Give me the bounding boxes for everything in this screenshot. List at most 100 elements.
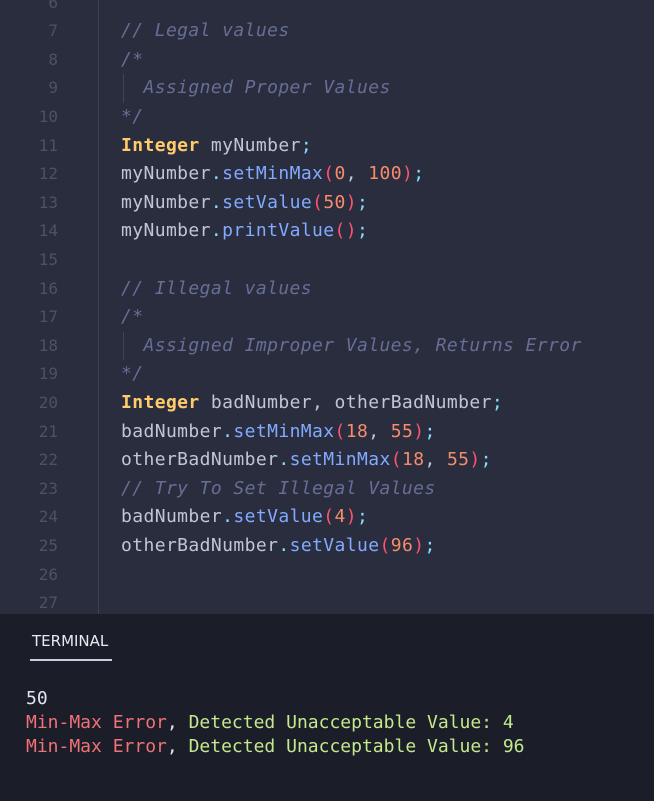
code-token: Assigned Proper Values [121, 77, 391, 99]
code-line[interactable]: 23 // Try To Set Illegal Values [0, 475, 654, 504]
code-token: 55 [390, 420, 414, 442]
code-token: ) [402, 163, 414, 185]
code-token: setValue [289, 534, 380, 556]
code-token: // Legal values [121, 20, 290, 42]
code-token: 0 [334, 163, 346, 185]
code-line[interactable]: 11 Integer myNumber; [0, 132, 654, 161]
line-number: 6 [48, 0, 58, 12]
code-text: Integer myNumber; [121, 132, 312, 161]
code-token: ; [413, 163, 425, 185]
code-token: 4 [334, 506, 346, 528]
code-token: ; [424, 420, 436, 442]
terminal-token: Min-Max Error [26, 736, 167, 757]
code-editor[interactable]: 6 7 // Legal values 8 /* 9 Assigned Proper Va… [0, 0, 654, 614]
code-token: . [278, 449, 290, 471]
code-line[interactable]: 12 myNumber.setMinMax(0, 100); [0, 160, 654, 189]
code-line[interactable]: 17 /* [0, 303, 654, 332]
code-token: ( [323, 163, 335, 185]
code-token: otherBadNumber [121, 449, 279, 471]
code-text: myNumber.setMinMax(0, 100); [121, 160, 425, 189]
code-token: myNumber [121, 163, 211, 185]
line-number: 27 [38, 593, 58, 613]
code-token: , [368, 420, 391, 442]
code-token: () [334, 220, 358, 242]
code-text: */ [121, 103, 143, 132]
code-line[interactable]: 25 otherBadNumber.setValue(96); [0, 532, 654, 561]
code-text: // Legal values [121, 17, 290, 46]
code-line[interactable]: 9 Assigned Proper Values [0, 74, 654, 103]
terminal-panel[interactable]: TERMINAL 50 Min-Max Error, Detected Unacc… [0, 614, 654, 801]
terminal-token: Min-Max Error [26, 712, 167, 733]
code-line[interactable]: 7 // Legal values [0, 17, 654, 46]
code-token: ; [300, 134, 313, 156]
code-token: /* [121, 306, 144, 328]
code-token: ) [469, 449, 481, 471]
terminal-token: Detected Unacceptable Value: 4 [188, 712, 514, 733]
code-token: myNumber [121, 220, 211, 242]
line-number: 21 [38, 421, 58, 441]
code-line[interactable]: 24 badNumber.setValue(4); [0, 503, 654, 532]
terminal-line: 50 [26, 687, 48, 711]
terminal-token: , [166, 712, 189, 733]
code-token: ; [357, 506, 369, 528]
code-text: myNumber.setValue(50); [121, 189, 368, 218]
code-token: printValue [222, 220, 335, 242]
terminal-token: 50 [26, 688, 48, 709]
line-number: 9 [48, 78, 58, 98]
code-token: Integer [121, 391, 200, 413]
code-line[interactable]: 8 /* [0, 46, 654, 75]
code-line[interactable]: 19 */ [0, 360, 654, 389]
code-token: setValue [233, 506, 324, 528]
code-token: ; [480, 449, 492, 471]
code-text: /* [121, 46, 143, 75]
code-line[interactable]: 20 Integer badNumber, otherBadNumber; [0, 389, 654, 418]
code-token: badNumber, otherBadNumber [199, 391, 492, 413]
code-token: setMinMax [222, 163, 324, 185]
code-token: ; [357, 220, 369, 242]
code-line[interactable]: 10 */ [0, 103, 654, 132]
line-number: 18 [38, 335, 58, 355]
code-line[interactable]: 15 [0, 246, 654, 275]
code-token: setMinMax [289, 449, 391, 471]
code-token: , [345, 163, 369, 185]
code-token: ; [357, 191, 369, 213]
line-number: 23 [38, 478, 58, 498]
code-text: Integer badNumber, otherBadNumber; [121, 389, 503, 418]
code-token: // Illegal values [121, 277, 313, 299]
code-token: ) [345, 506, 358, 528]
code-line[interactable]: 18 Assigned Improper Values, Returns Err… [0, 331, 654, 361]
line-number: 22 [38, 450, 58, 470]
code-token: Integer [121, 134, 200, 156]
code-token: ( [390, 449, 402, 471]
line-number: 13 [38, 192, 58, 212]
terminal-token: , [166, 736, 189, 757]
code-line[interactable]: 16 // Illegal values [0, 275, 654, 304]
code-line[interactable]: 21 badNumber.setMinMax(18, 55); [0, 418, 654, 447]
code-line[interactable]: 13 myNumber.setValue(50); [0, 189, 654, 218]
code-token: 55 [446, 449, 470, 471]
code-token: setMinMax [233, 420, 335, 442]
code-line[interactable]: 6 [0, 0, 654, 17]
line-number: 7 [48, 21, 58, 41]
line-number: 19 [38, 364, 58, 384]
code-token: myNumber [121, 191, 211, 213]
code-line[interactable]: 22 otherBadNumber.setMinMax(18, 55); [0, 446, 654, 475]
code-line[interactable]: 26 [0, 561, 654, 590]
code-token: badNumber [121, 420, 223, 442]
code-text: // Illegal values [121, 275, 312, 304]
code-token: myNumber [199, 134, 301, 156]
code-line[interactable]: 27 [0, 589, 654, 614]
code-token: . [278, 534, 290, 556]
code-line[interactable]: 14 myNumber.printValue(); [0, 217, 654, 246]
code-token: */ [121, 105, 144, 127]
code-text: // Try To Set Illegal Values [121, 475, 436, 504]
line-number: 15 [38, 249, 58, 269]
code-token: , [424, 449, 447, 471]
tab-terminal[interactable]: TERMINAL [32, 632, 108, 650]
code-token: */ [121, 363, 144, 385]
code-text: otherBadNumber.setMinMax(18, 55); [121, 446, 492, 475]
code-token: ) [345, 191, 358, 213]
terminal-line: Min-Max Error, Detected Unacceptable Val… [26, 711, 514, 735]
tab-active-indicator [30, 659, 112, 661]
code-text: myNumber.printValue(); [121, 217, 368, 246]
